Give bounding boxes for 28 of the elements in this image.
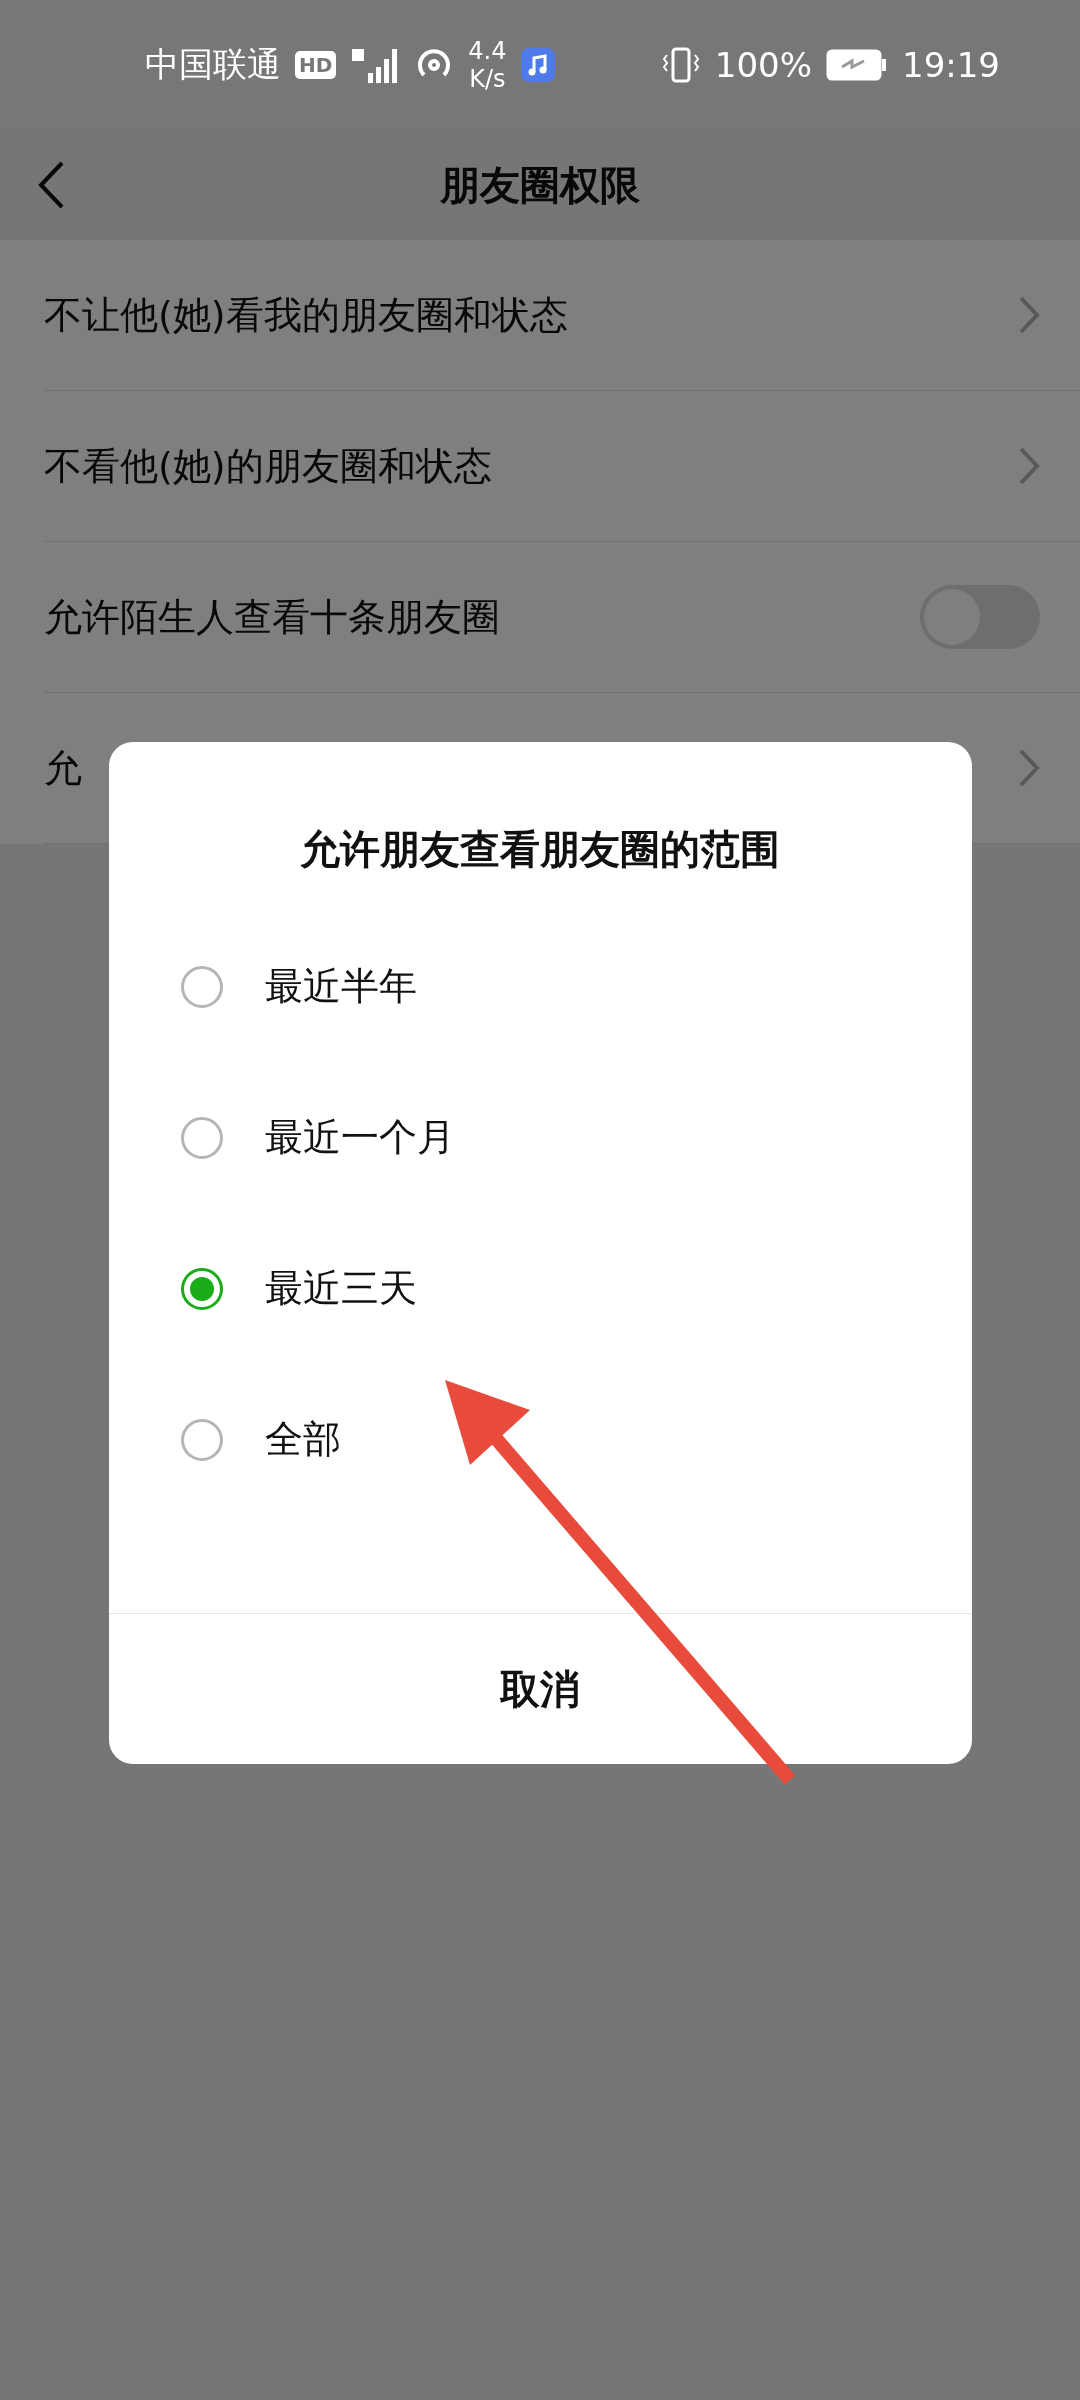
back-icon[interactable] (36, 160, 66, 210)
chevron-icon (1018, 748, 1040, 788)
clock: 19:19 (902, 45, 1000, 85)
chevron-icon (1018, 446, 1040, 486)
cancel-button[interactable]: 取消 (480, 1651, 600, 1727)
hd-badge: HD (295, 51, 337, 79)
radio-button[interactable] (180, 1418, 223, 1461)
option-label[interactable]: 最近三天 (264, 1263, 417, 1314)
vibrate-icon (660, 47, 701, 83)
battery-percent: 100% (714, 45, 812, 85)
setting-label: 不看他(她)的朋友圈和状态 (44, 442, 493, 490)
carrier-name: 中国联通 (145, 43, 281, 86)
page-title: 朋友圈权限 (440, 160, 640, 210)
net-speed-unit: K/s (469, 65, 506, 93)
chevron-icon (1018, 295, 1040, 335)
radio-button[interactable] (180, 965, 223, 1008)
net-speed: 4.4 (468, 37, 507, 65)
setting-label: 不让他(她)看我的朋友圈和状态 (44, 291, 569, 339)
music-app-icon (520, 48, 555, 82)
setting-label: 允许陌生人查看十条朋友圈 (44, 593, 501, 641)
radio-button[interactable] (180, 1267, 223, 1310)
option-label[interactable]: 全部 (264, 1414, 341, 1465)
option-label[interactable]: 最近一个月 (264, 1112, 455, 1163)
radio-button[interactable] (180, 1116, 223, 1159)
battery-icon (826, 49, 888, 81)
setting-label: 允 (44, 744, 83, 792)
option-label[interactable]: 最近半年 (264, 961, 417, 1012)
dialog-title: 允许朋友查看朋友圈的范围 (300, 825, 780, 874)
